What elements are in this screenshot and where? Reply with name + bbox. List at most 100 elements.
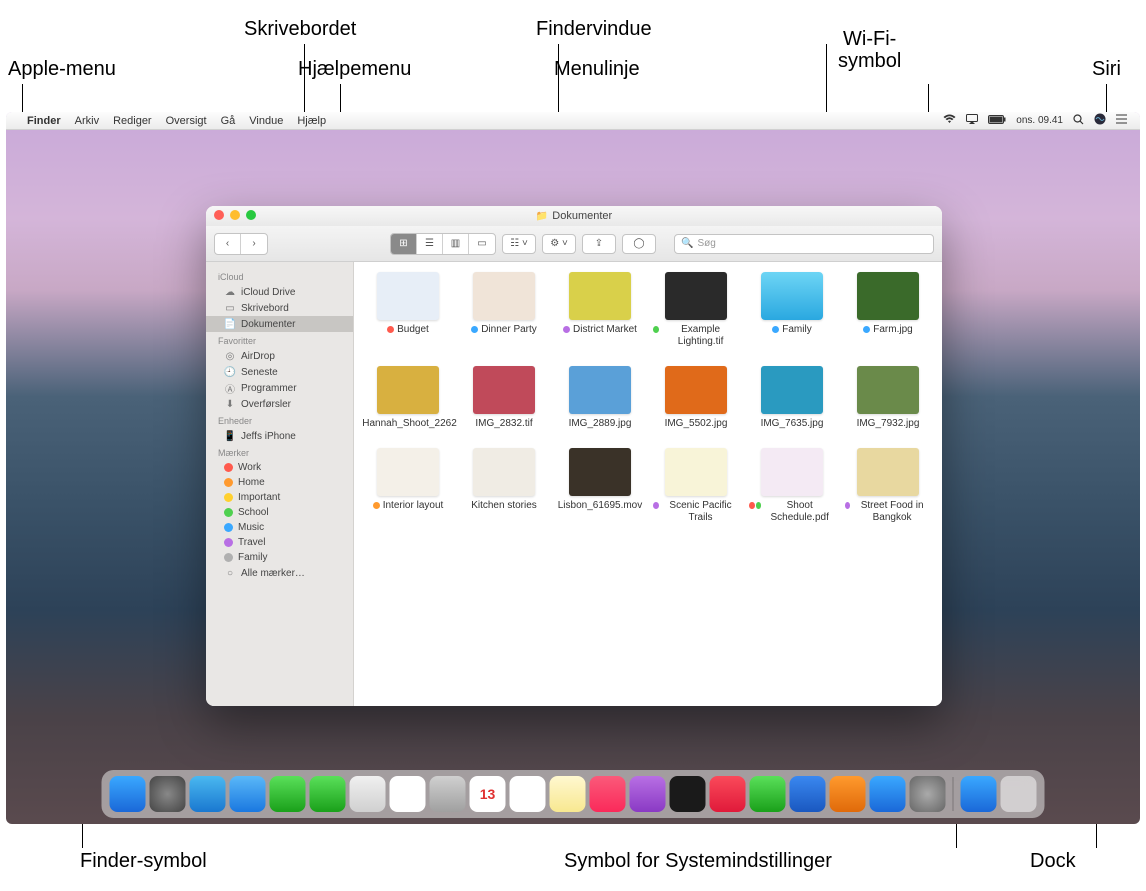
file-item[interactable]: IMG_7635.jpg xyxy=(746,366,838,430)
file-item[interactable]: Example Lighting.tif xyxy=(650,272,742,348)
dock-music-icon[interactable] xyxy=(590,776,626,812)
dock-appstore-icon[interactable] xyxy=(870,776,906,812)
dock-mail-icon[interactable] xyxy=(230,776,266,812)
menu-finder[interactable]: Finder xyxy=(20,115,68,127)
dock-facetime-icon[interactable] xyxy=(270,776,306,812)
file-item[interactable]: Budget xyxy=(362,272,454,348)
tags-button[interactable]: ◯ xyxy=(622,234,656,254)
airplay-icon[interactable] xyxy=(961,114,983,127)
siri-icon[interactable] xyxy=(1089,113,1111,128)
dock-tv-icon[interactable] xyxy=(670,776,706,812)
file-label: IMG_7635.jpg xyxy=(761,418,824,430)
arrange-button[interactable]: ☷ ˅ xyxy=(502,234,536,254)
gallery-view-button[interactable]: ▭ xyxy=(469,234,495,254)
dock-downloads-icon[interactable] xyxy=(961,776,997,812)
menu-hjaelp[interactable]: Hjælp xyxy=(290,115,333,127)
sidebar-tag-music[interactable]: Music xyxy=(206,520,353,535)
documents-icon: 📄 xyxy=(224,318,236,330)
action-button[interactable]: ⚙ ˅ xyxy=(542,234,576,254)
dock-finder-icon[interactable] xyxy=(110,776,146,812)
column-view-button[interactable]: ▥ xyxy=(443,234,469,254)
file-item[interactable]: IMG_2832.tif xyxy=(458,366,550,430)
file-item[interactable]: Interior layout xyxy=(362,448,454,524)
list-view-button[interactable]: ☰ xyxy=(417,234,443,254)
file-item[interactable]: District Market xyxy=(554,272,646,348)
sidebar-tag-family[interactable]: Family xyxy=(206,550,353,565)
forward-button[interactable]: › xyxy=(241,234,267,254)
file-content-area[interactable]: BudgetDinner PartyDistrict Market Example… xyxy=(354,262,942,706)
menu-ga[interactable]: Gå xyxy=(214,115,243,127)
file-label: Example Lighting.tif xyxy=(653,324,739,348)
menu-vindue[interactable]: Vindue xyxy=(242,115,290,127)
dock-launchpad-icon[interactable] xyxy=(150,776,186,812)
dock-notes-icon[interactable] xyxy=(550,776,586,812)
dock-keynote-icon[interactable] xyxy=(790,776,826,812)
file-item[interactable]: Hannah_Shoot_2262 xyxy=(362,366,454,430)
dock-numbers-icon[interactable] xyxy=(750,776,786,812)
sidebar-icloud-drive[interactable]: ☁iCloud Drive xyxy=(206,284,353,300)
file-thumbnail xyxy=(857,272,919,320)
share-button[interactable]: ⇪ xyxy=(582,234,616,254)
sidebar-tag-home[interactable]: Home xyxy=(206,475,353,490)
sidebar-tag-travel[interactable]: Travel xyxy=(206,535,353,550)
sidebar-overforsler[interactable]: ⬇Overførsler xyxy=(206,396,353,412)
spotlight-icon[interactable] xyxy=(1068,114,1089,128)
file-item[interactable]: Dinner Party xyxy=(458,272,550,348)
finder-window[interactable]: 📁 Dokumenter ‹ › ⊞ ☰ ▥ ▭ ☷ ˅ ⚙ ˅ ⇪ ◯ 🔍 S… xyxy=(206,206,942,706)
file-thumbnail xyxy=(665,272,727,320)
file-item[interactable]: IMG_5502.jpg xyxy=(650,366,742,430)
file-item[interactable]: Family xyxy=(746,272,838,348)
dock-news-icon[interactable] xyxy=(710,776,746,812)
menu-oversigt[interactable]: Oversigt xyxy=(159,115,214,127)
sidebar-seneste[interactable]: 🕘Seneste xyxy=(206,364,353,380)
dock-messages-icon[interactable] xyxy=(310,776,346,812)
file-item[interactable]: Scenic Pacific Trails xyxy=(650,448,742,524)
file-label: IMG_5502.jpg xyxy=(665,418,728,430)
zoom-button[interactable] xyxy=(246,210,256,220)
battery-icon[interactable] xyxy=(983,115,1011,127)
menu-arkiv[interactable]: Arkiv xyxy=(68,115,106,127)
file-item[interactable]: Lisbon_61695.mov xyxy=(554,448,646,524)
minimize-button[interactable] xyxy=(230,210,240,220)
search-field[interactable]: 🔍 Søg xyxy=(674,234,934,254)
sidebar-tag-school[interactable]: School xyxy=(206,505,353,520)
iphone-icon: 📱 xyxy=(224,430,236,442)
wifi-icon[interactable] xyxy=(938,114,961,127)
sidebar-iphone[interactable]: 📱Jeffs iPhone xyxy=(206,428,353,444)
icon-view-button[interactable]: ⊞ xyxy=(391,234,417,254)
file-item[interactable]: IMG_7932.jpg xyxy=(842,366,934,430)
file-thumbnail xyxy=(377,448,439,496)
file-item[interactable]: Street Food in Bangkok xyxy=(842,448,934,524)
back-button[interactable]: ‹ xyxy=(215,234,241,254)
tag-dot-icon xyxy=(653,326,659,333)
sidebar-dokumenter[interactable]: 📄Dokumenter xyxy=(206,316,353,332)
dock-pages-icon[interactable] xyxy=(830,776,866,812)
dock-systemprefs-icon[interactable] xyxy=(910,776,946,812)
close-button[interactable] xyxy=(214,210,224,220)
dock-maps-icon[interactable] xyxy=(350,776,386,812)
file-item[interactable]: Shoot Schedule.pdf xyxy=(746,448,838,524)
clock[interactable]: ons. 09.41 xyxy=(1011,115,1068,126)
dock-safari-icon[interactable] xyxy=(190,776,226,812)
file-item[interactable]: Kitchen stories xyxy=(458,448,550,524)
desktop[interactable]: Finder Arkiv Rediger Oversigt Gå Vindue … xyxy=(6,112,1140,824)
sidebar-all-tags[interactable]: ○Alle mærker… xyxy=(206,565,353,581)
sidebar-tag-important[interactable]: Important xyxy=(206,490,353,505)
sidebar-programmer[interactable]: ⒶProgrammer xyxy=(206,380,353,396)
dock-calendar-icon[interactable]: 13 xyxy=(470,776,506,812)
dock-photos-icon[interactable] xyxy=(390,776,426,812)
dock-contacts-icon[interactable] xyxy=(430,776,466,812)
recents-icon: 🕘 xyxy=(224,366,236,378)
notification-center-icon[interactable] xyxy=(1111,114,1132,127)
file-item[interactable]: IMG_2889.jpg xyxy=(554,366,646,430)
sidebar-skrivebord[interactable]: ▭Skrivebord xyxy=(206,300,353,316)
menu-rediger[interactable]: Rediger xyxy=(106,115,159,127)
dock-podcasts-icon[interactable] xyxy=(630,776,666,812)
tag-dot-icon xyxy=(772,326,779,333)
dock-trash-icon[interactable] xyxy=(1001,776,1037,812)
dock-reminders-icon[interactable] xyxy=(510,776,546,812)
file-item[interactable]: Farm.jpg xyxy=(842,272,934,348)
sidebar-tag-work[interactable]: Work xyxy=(206,460,353,475)
sidebar-airdrop[interactable]: ◎AirDrop xyxy=(206,348,353,364)
titlebar[interactable]: 📁 Dokumenter xyxy=(206,206,942,226)
